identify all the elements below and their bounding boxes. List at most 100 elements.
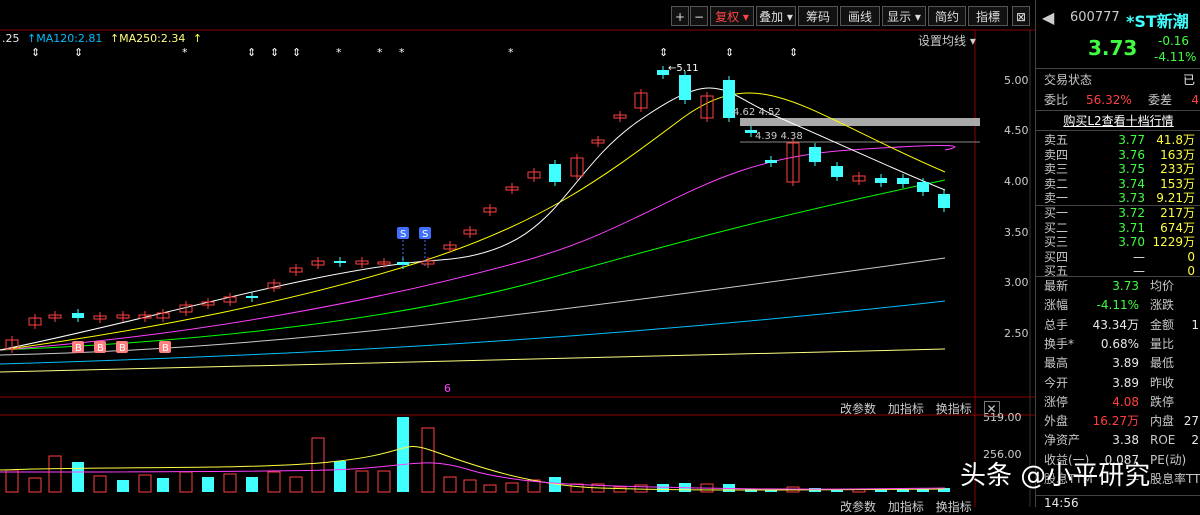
edit-params-button[interactable]: 改参数 (840, 402, 876, 416)
up-arrow-icon: ↑ (192, 32, 203, 45)
volume-bar-up (223, 473, 237, 493)
arrow-marker: ⇕ (292, 46, 301, 59)
price-axis-label: 3.00 (1004, 276, 1029, 289)
arrow-marker: ⇕ (74, 46, 83, 59)
price-axis-label: 3.50 (1004, 226, 1029, 239)
volume-bar-up (483, 484, 497, 493)
add-indicator-button-2[interactable]: 加指标 (888, 500, 924, 514)
stat-value-2: 1 (1191, 317, 1199, 332)
add-indicator-button[interactable]: 加指标 (888, 402, 924, 416)
overlay-button[interactable]: 叠加 ▾ (756, 6, 796, 26)
last-price: 3.73 (1088, 36, 1138, 60)
stat-label: 总手 (1044, 317, 1069, 332)
volume-bar-up (138, 474, 152, 493)
stat-label: 净资产 (1044, 433, 1081, 448)
volume-bar-up (377, 470, 391, 493)
volume-bar-up (179, 471, 193, 493)
volume-ma-line-2 (0, 462, 946, 490)
period-marker: 6 (444, 382, 451, 395)
price-change: -0.16 (1158, 34, 1190, 48)
stat-label: 今开 (1044, 375, 1069, 390)
stat-value: 0.68% (1100, 336, 1139, 351)
trade-status-row: 交易状态 已 (1036, 72, 1200, 89)
edit-params-button-2[interactable]: 改参数 (840, 500, 876, 514)
candle-down (831, 166, 843, 177)
stat-row: 外盘 16.27万 内盘 27 (1036, 413, 1200, 430)
volume-bar-up (48, 455, 62, 493)
candle-down (334, 261, 346, 263)
price-axis-label: 2.50 (1004, 327, 1029, 340)
indicator-button[interactable]: 指標 (968, 6, 1008, 26)
volume-bar-up (28, 477, 42, 493)
stat-label-2: PE(动) (1150, 452, 1187, 467)
ma250-value: MA250:2.34 (119, 32, 186, 45)
ma-settings-button[interactable]: 设置均线 ▾ (918, 32, 976, 49)
candle-down (897, 178, 909, 184)
fuquan-button[interactable]: 复权 ▾ (710, 6, 754, 26)
stat-label-2: 量比 (1150, 336, 1175, 351)
price-axis-label: 4.50 (1004, 124, 1029, 137)
high-price-label: ←5.11 (668, 63, 699, 74)
chip-button[interactable]: 筹码 (798, 6, 838, 26)
stat-label-2: 昨收 (1150, 375, 1175, 390)
ma120-legend: ↑MA120:2.81 (27, 32, 103, 45)
volume-bar-up (613, 486, 627, 493)
stat-label-2: 金额 (1150, 317, 1175, 332)
stat-label: 外盘 (1044, 414, 1069, 429)
weicha-value: 4 (1191, 93, 1199, 107)
back-arrow-icon[interactable]: ◀ (1042, 8, 1054, 27)
trade-status-label: 交易状态 (1044, 73, 1093, 87)
fuquan-label: 复权 (715, 10, 740, 24)
stat-row: 净资产 3.38 ROE 2 (1036, 432, 1200, 449)
kline-chart[interactable]: ⇕ ⇕ * ⇕ ⇕ ⇕ * * * * ⇕ ⇕ ⇕ B B B B S S ←5.11 4.62 4.52 4.39 4.… (0, 0, 1035, 507)
arrow-marker: ⇕ (270, 46, 279, 59)
weibi-value: 56.32% (1086, 93, 1132, 107)
ma-line-3 (0, 179, 946, 351)
display-button[interactable]: 显示 ▾ (882, 6, 926, 26)
b-signal-label: B (97, 343, 104, 354)
fullscreen-button[interactable]: ⊠ (1012, 6, 1030, 26)
stock-code: 600777 (1070, 10, 1120, 25)
weicha-label: 委差 (1148, 93, 1173, 107)
volume-bar-up (634, 484, 648, 493)
ma-line-5 (0, 92, 946, 351)
volume-bar-up (463, 479, 477, 493)
candle-down (875, 178, 887, 183)
switch-indicator-button[interactable]: 换指标 (936, 402, 972, 416)
volume-bar-up (443, 476, 457, 493)
stat-label: 涨幅 (1044, 298, 1069, 313)
stat-value: 3.38 (1112, 433, 1139, 448)
star-marker: * (508, 46, 514, 59)
l2-link[interactable]: 购买L2查看十档行情 (1036, 112, 1200, 129)
overlay-label: 叠加 (759, 10, 784, 24)
volume-bar-up (5, 469, 19, 493)
ma-legend: .25 ↑MA120:2.81 ↑MA250:2.34 ↑ (2, 32, 202, 45)
ma-line-0 (0, 348, 946, 373)
stat-label-2: 均价 (1150, 279, 1175, 293)
star-marker: * (377, 46, 383, 59)
trade-status-value: 已 (1182, 73, 1195, 87)
stat-label-2: ROE (1150, 433, 1176, 448)
volume-bar-up (267, 471, 281, 493)
switch-indicator-button-2[interactable]: 换指标 (936, 500, 972, 514)
stat-value: 3.89 (1112, 356, 1139, 371)
kline-chart-area[interactable]: ⇕ ⇕ * ⇕ ⇕ ⇕ * * * * ⇕ ⇕ ⇕ B B B B S S ←5.11 4.62 4.52 4.39 4.… (0, 0, 1035, 507)
stat-row: 总手 43.34万 金额 1 (1036, 317, 1200, 334)
draw-line-button[interactable]: 画线 (840, 6, 880, 26)
stat-row: 涨幅 -4.11% 涨跌 (1036, 297, 1200, 314)
volume-bar-up (570, 483, 584, 493)
volume-bar-down (334, 461, 346, 492)
ma-settings-label: 设置均线 (918, 34, 967, 48)
stock-name: *ST新潮 (1126, 12, 1189, 31)
stat-value: -4.11% (1096, 298, 1139, 313)
time-label: 14:56 (1044, 496, 1079, 510)
candle-down (246, 296, 258, 298)
simple-button[interactable]: 简约 (928, 6, 966, 26)
candle-down (938, 194, 950, 208)
zoom-out-button[interactable]: − (690, 6, 708, 26)
candle-down (72, 313, 84, 318)
zoom-in-button[interactable]: + (671, 6, 689, 26)
stat-value: 16.27万 (1092, 414, 1139, 429)
candle-down (765, 160, 777, 163)
close-indicator-icon[interactable]: ✕ (983, 401, 1000, 417)
